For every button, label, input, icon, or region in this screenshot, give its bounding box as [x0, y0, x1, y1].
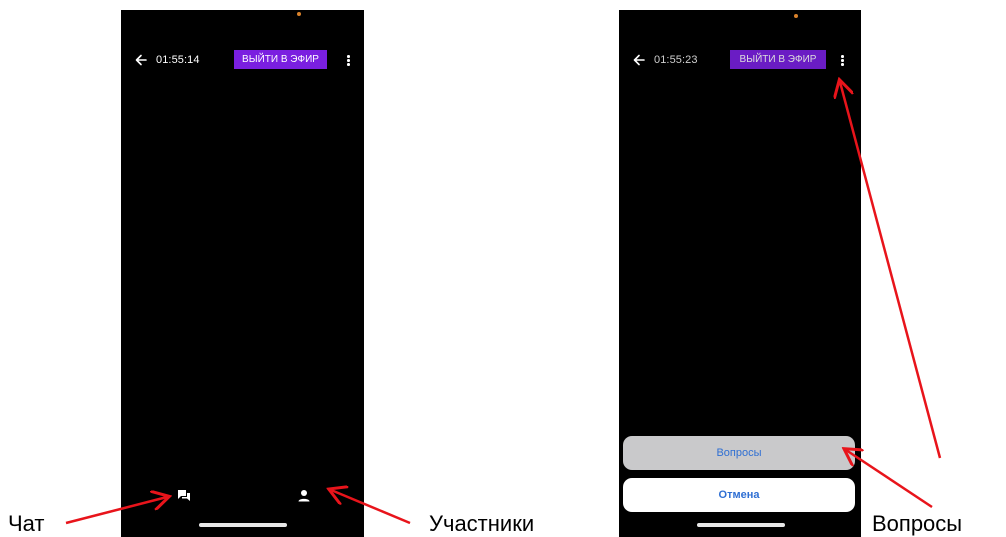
- arrow-to-participants: [331, 490, 411, 525]
- arrow-to-more-menu: [840, 82, 942, 459]
- arrow-to-questions: [846, 450, 933, 509]
- annotation-arrows: [65, 0, 942, 525]
- arrow-to-chat: [65, 497, 167, 525]
